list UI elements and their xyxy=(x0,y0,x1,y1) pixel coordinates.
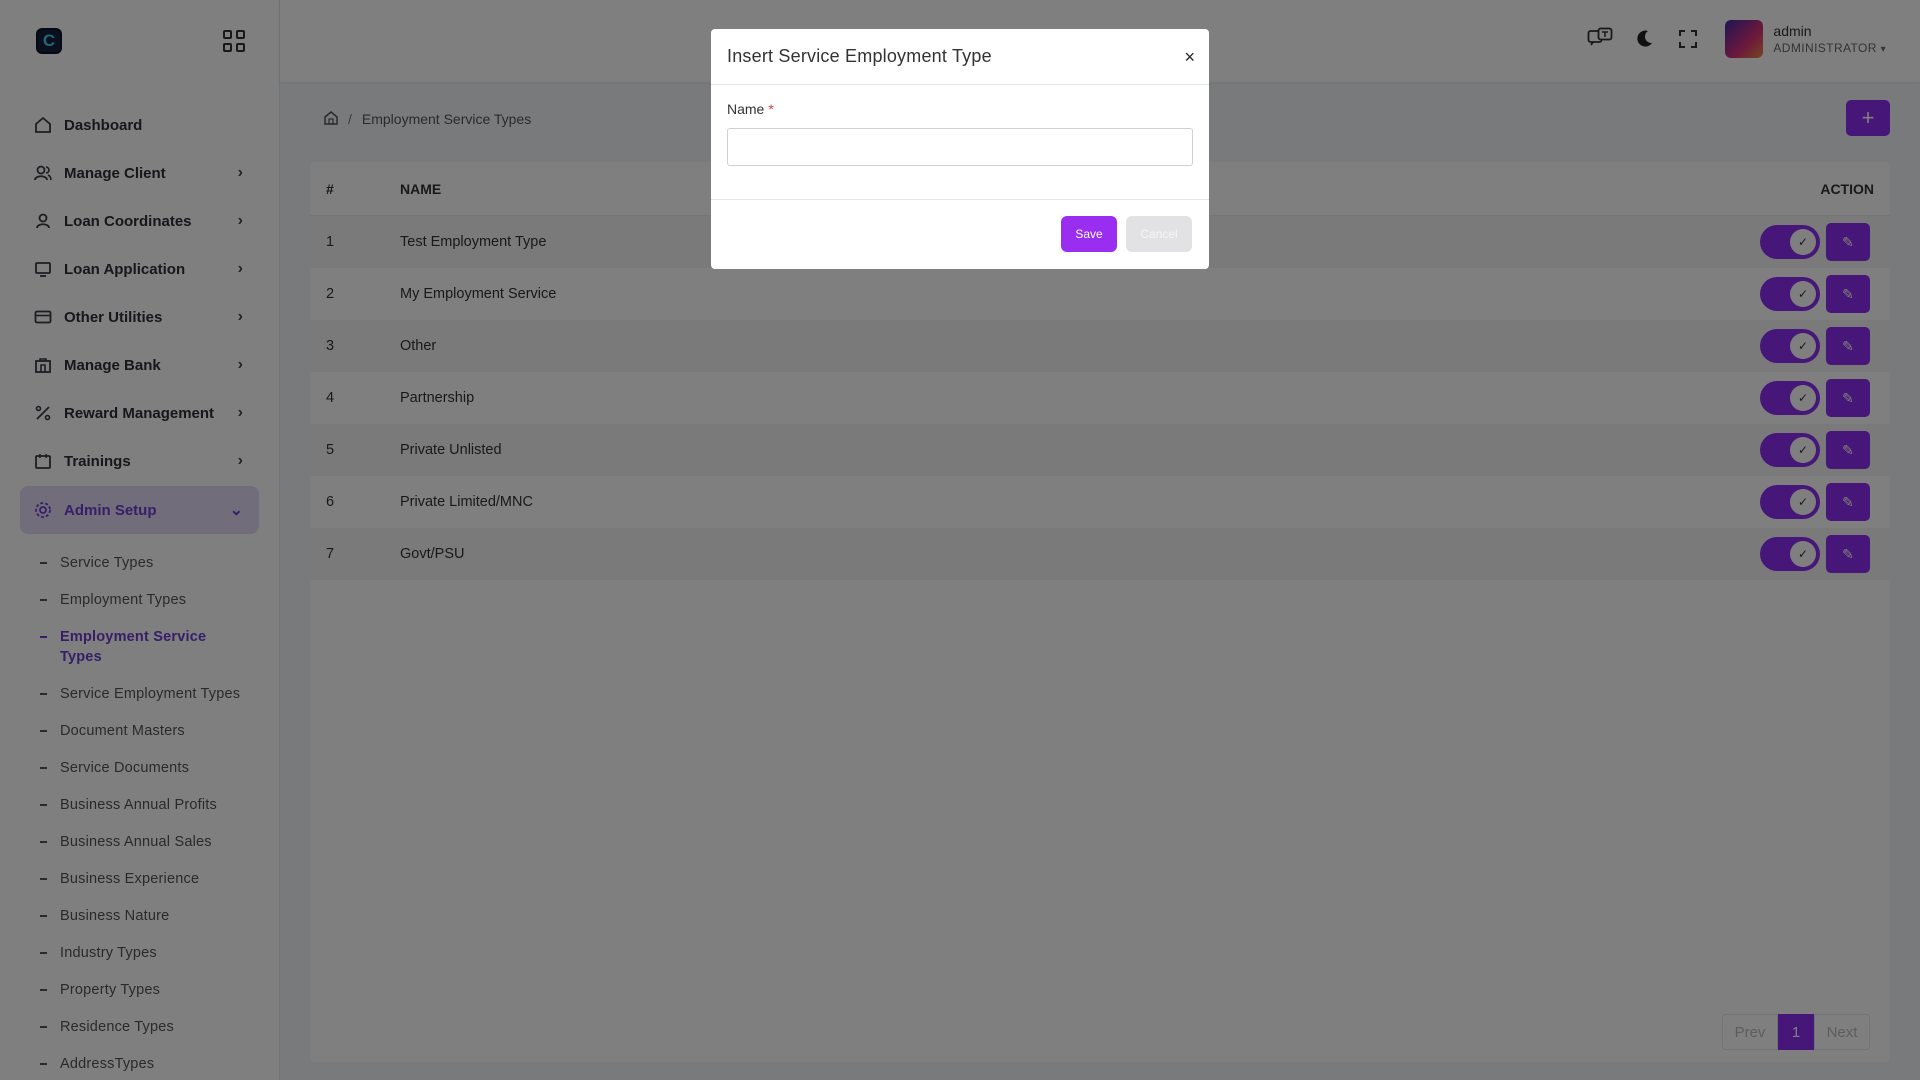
save-button[interactable]: Save xyxy=(1061,216,1117,252)
insert-modal: Insert Service Employment Type × Name * S… xyxy=(711,29,1209,269)
cancel-button[interactable]: Cancel xyxy=(1126,216,1192,252)
required-marker: * xyxy=(768,101,774,117)
modal-footer: Save Cancel xyxy=(711,200,1209,268)
modal-body: Name * xyxy=(711,85,1209,200)
name-input[interactable] xyxy=(727,128,1193,166)
close-icon[interactable]: × xyxy=(1184,47,1195,68)
modal-title: Insert Service Employment Type xyxy=(727,46,992,66)
name-label: Name * xyxy=(727,101,774,117)
modal-header: Insert Service Employment Type × xyxy=(711,29,1209,85)
